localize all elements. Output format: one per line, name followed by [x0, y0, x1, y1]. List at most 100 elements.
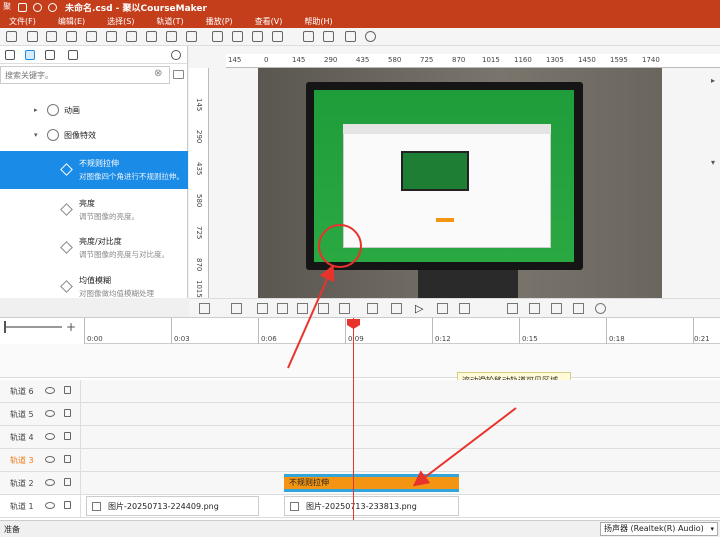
track-name: 轨道 3: [10, 456, 34, 465]
tab-effects-icon[interactable]: [25, 50, 35, 60]
tab-properties-icon[interactable]: [45, 50, 55, 60]
play-circle-icon[interactable]: [365, 31, 376, 42]
playhead-line[interactable]: [353, 318, 354, 521]
edit-icon[interactable]: [86, 31, 97, 42]
link-icon[interactable]: [272, 31, 283, 42]
menu-file[interactable]: 文件(F): [9, 16, 36, 27]
cut-icon[interactable]: [257, 303, 268, 314]
menu-play[interactable]: 播放(P): [206, 16, 233, 27]
undo-icon[interactable]: [33, 2, 42, 12]
play-icon[interactable]: ▷: [415, 303, 426, 314]
menu-view[interactable]: 查看(V): [255, 16, 283, 27]
timeline-ruler[interactable]: 0:00 0:03 0:06 0:09 0:12 0:15 0:18 0:21: [84, 318, 720, 344]
menu-select[interactable]: 选择(S): [107, 16, 134, 27]
skip-back-icon[interactable]: [367, 303, 378, 314]
lock-icon[interactable]: [64, 455, 71, 463]
fit-icon[interactable]: [507, 303, 518, 314]
track-row[interactable]: 轨道 4: [0, 426, 720, 449]
snapshot-icon[interactable]: [573, 303, 584, 314]
effect-item-mean-blur[interactable]: 均值模糊 对图像做均值模糊处理: [0, 268, 188, 298]
eye-icon[interactable]: [45, 387, 55, 394]
clear-icon[interactable]: ⊗: [154, 68, 162, 79]
lock-icon[interactable]: [64, 478, 71, 486]
eye-icon[interactable]: [45, 502, 55, 509]
expand-icon[interactable]: ▸: [34, 106, 44, 114]
folder-icon[interactable]: [173, 70, 184, 79]
track-row[interactable]: 轨道 6: [0, 380, 720, 403]
bracket-left-icon[interactable]: [199, 303, 210, 314]
audio-icon[interactable]: [166, 31, 177, 42]
redo-icon[interactable]: [48, 2, 57, 12]
ruler-label: 870: [452, 56, 466, 64]
tree-item-image-effects[interactable]: ▾ 图像特效: [0, 125, 188, 145]
lock-icon[interactable]: [64, 409, 71, 417]
track-row[interactable]: 轨道 3: [0, 449, 720, 472]
flag-icon[interactable]: [318, 303, 329, 314]
bracket-right-icon[interactable]: [231, 303, 242, 314]
zoom-icon[interactable]: [339, 303, 350, 314]
save-icon[interactable]: [18, 2, 27, 12]
step-back-icon[interactable]: [391, 303, 402, 314]
lock-icon[interactable]: [64, 386, 71, 394]
pen-icon[interactable]: [232, 31, 243, 42]
effect-clip[interactable]: 不规则拉伸: [284, 474, 459, 492]
lock-icon[interactable]: [64, 501, 71, 509]
film-icon[interactable]: [252, 31, 263, 42]
eye-icon[interactable]: [45, 456, 55, 463]
track-row[interactable]: 轨道 5: [0, 403, 720, 426]
search-input[interactable]: [1, 67, 141, 83]
new-icon[interactable]: [6, 31, 17, 42]
zoom-slider[interactable]: [4, 321, 62, 333]
settings-icon[interactable]: [323, 31, 334, 42]
collapse-icon[interactable]: ▾: [34, 131, 44, 139]
effect-item-brightness-contrast[interactable]: 亮度/对比度 调节图像的亮度与对比度。: [0, 229, 188, 267]
diamond-icon: [60, 241, 73, 254]
step-forward-icon[interactable]: [437, 303, 448, 314]
side-arrow-icon[interactable]: ▸: [711, 76, 715, 85]
menu-help[interactable]: 帮助(H): [304, 16, 332, 27]
volume-icon[interactable]: [551, 303, 562, 314]
skip-forward-icon[interactable]: [459, 303, 470, 314]
image-icon[interactable]: [126, 31, 137, 42]
split-icon[interactable]: [277, 303, 288, 314]
clip-checkbox[interactable]: [92, 501, 101, 511]
track-row[interactable]: 轨道 1 图片-20250713-224409.png 图片-20250713-…: [0, 495, 720, 518]
screen-icon[interactable]: [146, 31, 157, 42]
info-icon[interactable]: [595, 303, 606, 314]
marker-icon[interactable]: [297, 303, 308, 314]
tab-code-icon[interactable]: [68, 50, 78, 60]
zoom-knob[interactable]: [4, 321, 6, 333]
text-icon[interactable]: [212, 31, 223, 42]
tree-item-animation[interactable]: ▸ 动画: [0, 100, 188, 120]
fullscreen-icon[interactable]: [529, 303, 540, 314]
eye-icon[interactable]: [45, 410, 55, 417]
sync-icon[interactable]: [345, 31, 356, 42]
crop-icon[interactable]: [106, 31, 117, 42]
video-icon[interactable]: [186, 31, 197, 42]
tab-library-icon[interactable]: [5, 50, 15, 60]
preview-canvas[interactable]: [258, 68, 662, 298]
effect-item-irregular-stretch[interactable]: 不规则拉伸 对图像四个角进行不规则拉伸。: [0, 151, 188, 189]
eye-icon[interactable]: [45, 433, 55, 440]
export-icon[interactable]: [303, 31, 314, 42]
track-row[interactable]: 轨道 2 不规则拉伸: [0, 472, 720, 495]
eye-icon[interactable]: [45, 479, 55, 486]
effect-item-brightness[interactable]: 亮度 调节图像的亮度。: [0, 191, 188, 229]
zoom-in-icon[interactable]: +: [66, 320, 76, 334]
help-icon[interactable]: [171, 50, 181, 60]
clip-checkbox[interactable]: [290, 501, 299, 511]
divider: [80, 495, 81, 518]
tick-label: 0:00: [87, 335, 103, 343]
audio-device-select[interactable]: 扬声器 (Realtek(R) Audio) ▾: [600, 522, 718, 536]
menu-edit[interactable]: 编辑(E): [58, 16, 85, 27]
image-clip[interactable]: 图片-20250713-233813.png: [284, 496, 459, 516]
camera-icon[interactable]: [46, 31, 57, 42]
menu-bar: 文件(F) 编辑(E) 选择(S) 轨道(T) 播放(P) 查看(V) 帮助(H…: [0, 14, 720, 28]
menu-track[interactable]: 轨道(T): [156, 16, 183, 27]
side-arrow-icon[interactable]: ▾: [711, 158, 715, 167]
image-clip[interactable]: 图片-20250713-224409.png: [86, 496, 259, 516]
record-icon[interactable]: [27, 31, 38, 42]
lock-icon[interactable]: [64, 432, 71, 440]
import-icon[interactable]: [66, 31, 77, 42]
diamond-icon: [60, 280, 73, 293]
